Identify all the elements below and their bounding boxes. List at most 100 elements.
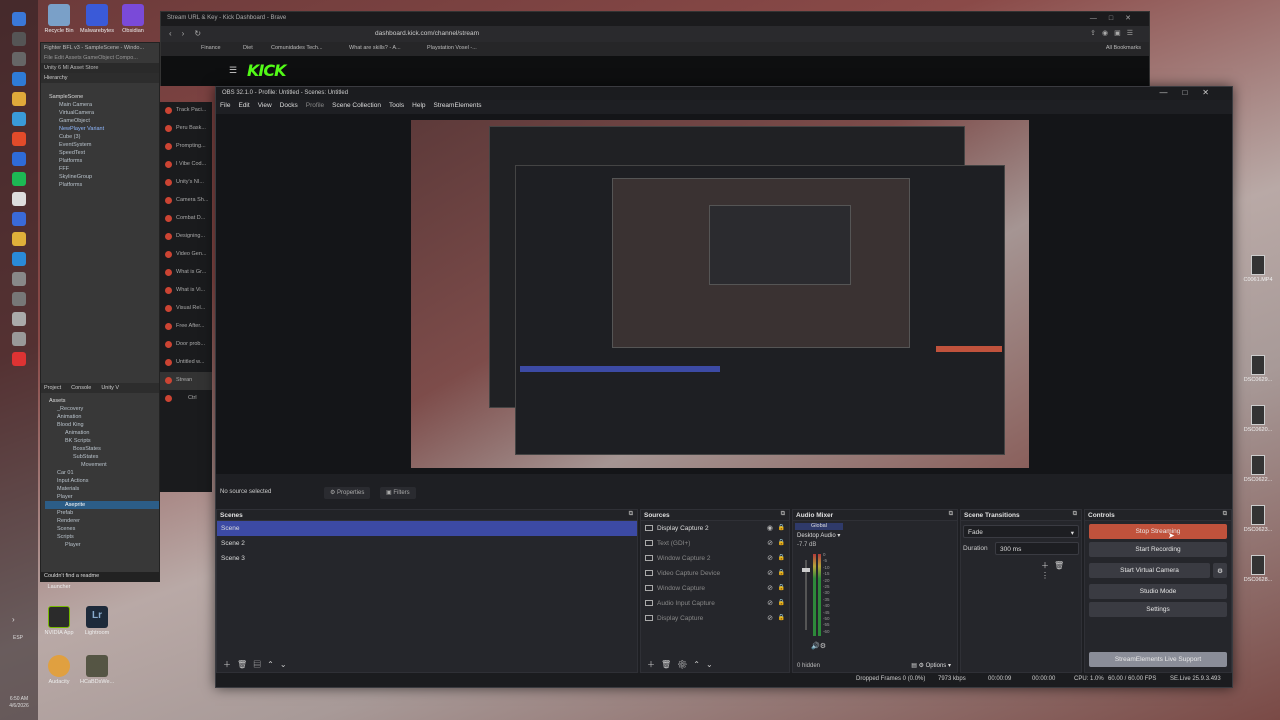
eye-icon[interactable]: ◉	[767, 524, 773, 532]
app-icon[interactable]	[12, 112, 26, 126]
sidebar-item[interactable]: Unity's NI...	[160, 174, 212, 192]
popout-icon[interactable]: ⧉	[1223, 511, 1227, 518]
eye-off-icon[interactable]: ⊘	[767, 584, 773, 592]
hierarchy-tree[interactable]: SampleScene Main Camera VirtualCamera Ga…	[41, 83, 159, 383]
streamelements-support-button[interactable]: StreamElements Live Support	[1089, 652, 1227, 667]
menu-view[interactable]: View	[258, 102, 272, 110]
virtual-camera-settings-icon[interactable]: ⚙	[1213, 563, 1227, 578]
project-item[interactable]: Player	[45, 493, 159, 501]
desktop-icon-nvidia[interactable]: NVIDIA App	[42, 606, 76, 636]
bookmark[interactable]: Comunidades Tech...	[271, 45, 323, 51]
sidebar-item[interactable]: What is Vi...	[160, 282, 212, 300]
project-item[interactable]: Assets	[45, 397, 159, 405]
eye-off-icon[interactable]: ⊘	[767, 539, 773, 547]
lock-icon[interactable]: 🔒	[778, 614, 785, 621]
chevron-up-icon[interactable]: ›	[12, 615, 15, 624]
project-item[interactable]: Animation	[45, 413, 159, 421]
search-icon[interactable]	[12, 32, 26, 46]
desktop-file-video[interactable]: C0061.MP4	[1241, 255, 1275, 283]
source-item[interactable]: Window Capture 2 ⊘ 🔒	[641, 551, 789, 566]
hierarchy-item[interactable]: Platforms	[45, 157, 159, 165]
properties-button[interactable]: ⚙ Properties	[324, 487, 371, 499]
desktop-icon-obsidian[interactable]: Obsidian	[116, 4, 150, 34]
task-view-icon[interactable]	[12, 52, 26, 66]
sidebar-item[interactable]: I Vibe Cod...	[160, 156, 212, 174]
thunderbird-icon[interactable]	[12, 212, 26, 226]
tab-console[interactable]: Console	[71, 385, 91, 391]
project-item[interactable]: Renderer	[45, 517, 159, 525]
filters-button[interactable]: ▣ Filters	[380, 487, 416, 499]
project-item[interactable]: Prefab	[45, 509, 159, 517]
folder-icon[interactable]	[12, 92, 26, 106]
lock-icon[interactable]: 🔒	[778, 539, 785, 546]
tab-project[interactable]: Project	[44, 385, 61, 391]
transition-select[interactable]: Fade ▾	[963, 525, 1079, 538]
source-item[interactable]: Display Capture 2 ◉ 🔒	[641, 521, 789, 536]
brave-icon[interactable]	[12, 132, 26, 146]
sidebar-item[interactable]: Door prob...	[160, 336, 212, 354]
hierarchy-item[interactable]: VirtualCamera	[45, 109, 159, 117]
project-item[interactable]: SubStates	[45, 453, 159, 461]
vscode-icon[interactable]	[12, 252, 26, 266]
hierarchy-item[interactable]: SampleScene	[45, 93, 159, 101]
settings-button[interactable]: Settings	[1089, 602, 1227, 617]
source-item[interactable]: Display Capture ⊘ 🔒	[641, 611, 789, 626]
desktop-icon-file[interactable]: HCaBDsWe...	[80, 655, 114, 685]
project-item[interactable]: Scenes	[45, 525, 159, 533]
desktop-icon-recycle-bin[interactable]: Recycle Bin	[42, 4, 76, 34]
popout-icon[interactable]: ⧉	[1073, 511, 1077, 518]
source-item[interactable]: Text (GDI+) ⊘ 🔒	[641, 536, 789, 551]
eye-off-icon[interactable]: ⊘	[767, 554, 773, 562]
bookmark[interactable]: Diet	[243, 45, 253, 51]
menu-docks[interactable]: Docks	[280, 102, 298, 110]
project-item[interactable]: _Recovery	[45, 405, 159, 413]
lock-icon[interactable]: 🔒	[778, 584, 785, 591]
project-item[interactable]: Car 01	[45, 469, 159, 477]
notion-icon[interactable]	[12, 192, 26, 206]
sidebar-item[interactable]: Designing...	[160, 228, 212, 246]
hamburger-icon[interactable]: ☰	[229, 65, 237, 76]
hierarchy-item[interactable]: SpeedText	[45, 149, 159, 157]
tray-language[interactable]: ESP	[13, 635, 23, 641]
desktop-icon-launcher[interactable]: Launcher	[42, 584, 76, 590]
desktop-icon-malwarebytes[interactable]: Malwarebytes	[80, 4, 114, 34]
hierarchy-header[interactable]: Hierarchy	[41, 73, 159, 83]
sources-footer[interactable]: ＋🗑⚙⌃⌄	[641, 657, 789, 672]
bookmark[interactable]: Finance	[201, 45, 221, 51]
stop-streaming-button[interactable]: Stop Streaming	[1089, 524, 1227, 539]
project-item[interactable]: Scripts	[45, 533, 159, 541]
tab-unity-version[interactable]: Unity V	[101, 385, 119, 391]
sidebar-item[interactable]: Video Gen...	[160, 246, 212, 264]
sidebar-item[interactable]: What is Gr...	[160, 264, 212, 282]
start-icon[interactable]	[12, 12, 26, 26]
sidebar-item[interactable]: Camera Sh...	[160, 192, 212, 210]
unity-icon[interactable]	[12, 272, 26, 286]
sidebar-item[interactable]: Visual Rel...	[160, 300, 212, 318]
sidebar-item[interactable]: Track Paci...	[160, 102, 212, 120]
scene-item[interactable]: Scene	[217, 521, 637, 536]
hierarchy-item[interactable]: SkylineGroup	[45, 173, 159, 181]
window-controls[interactable]: —□✕	[1090, 14, 1143, 22]
mixer-channel-name[interactable]: Desktop Audio ▾	[797, 532, 840, 539]
project-item[interactable]: Player	[45, 541, 159, 549]
project-item[interactable]: Movement	[45, 461, 159, 469]
menu-profile[interactable]: Profile	[306, 102, 324, 110]
sidebar-item[interactable]: Prompting...	[160, 138, 212, 156]
desktop-icon-lightroom[interactable]: Lr Lightroom	[80, 606, 114, 636]
kick-logo[interactable]: KICK	[247, 61, 286, 80]
bookmark[interactable]: Playstation Vosel -...	[427, 45, 477, 51]
desktop-file-image[interactable]: DSC0628...	[1241, 555, 1275, 583]
sidebar-item[interactable]: Free After...	[160, 318, 212, 336]
scene-item[interactable]: Scene 2	[217, 536, 637, 551]
popout-icon[interactable]: ⧉	[629, 511, 633, 518]
hierarchy-item[interactable]: EventSystem	[45, 141, 159, 149]
hierarchy-item[interactable]: FFF	[45, 165, 159, 173]
outlook-icon[interactable]	[12, 152, 26, 166]
desktop-file-image[interactable]: DSC0620...	[1241, 405, 1275, 433]
browser-toolbar-icons[interactable]: ⇪◉▣☰	[1090, 29, 1139, 37]
sidebar-item[interactable]: Combat D...	[160, 210, 212, 228]
menu-file[interactable]: File	[220, 102, 230, 110]
menu-help[interactable]: Help	[412, 102, 425, 110]
start-recording-button[interactable]: Start Recording	[1089, 542, 1227, 557]
scenes-footer[interactable]: ＋🗑▤⌃⌄	[217, 657, 637, 672]
